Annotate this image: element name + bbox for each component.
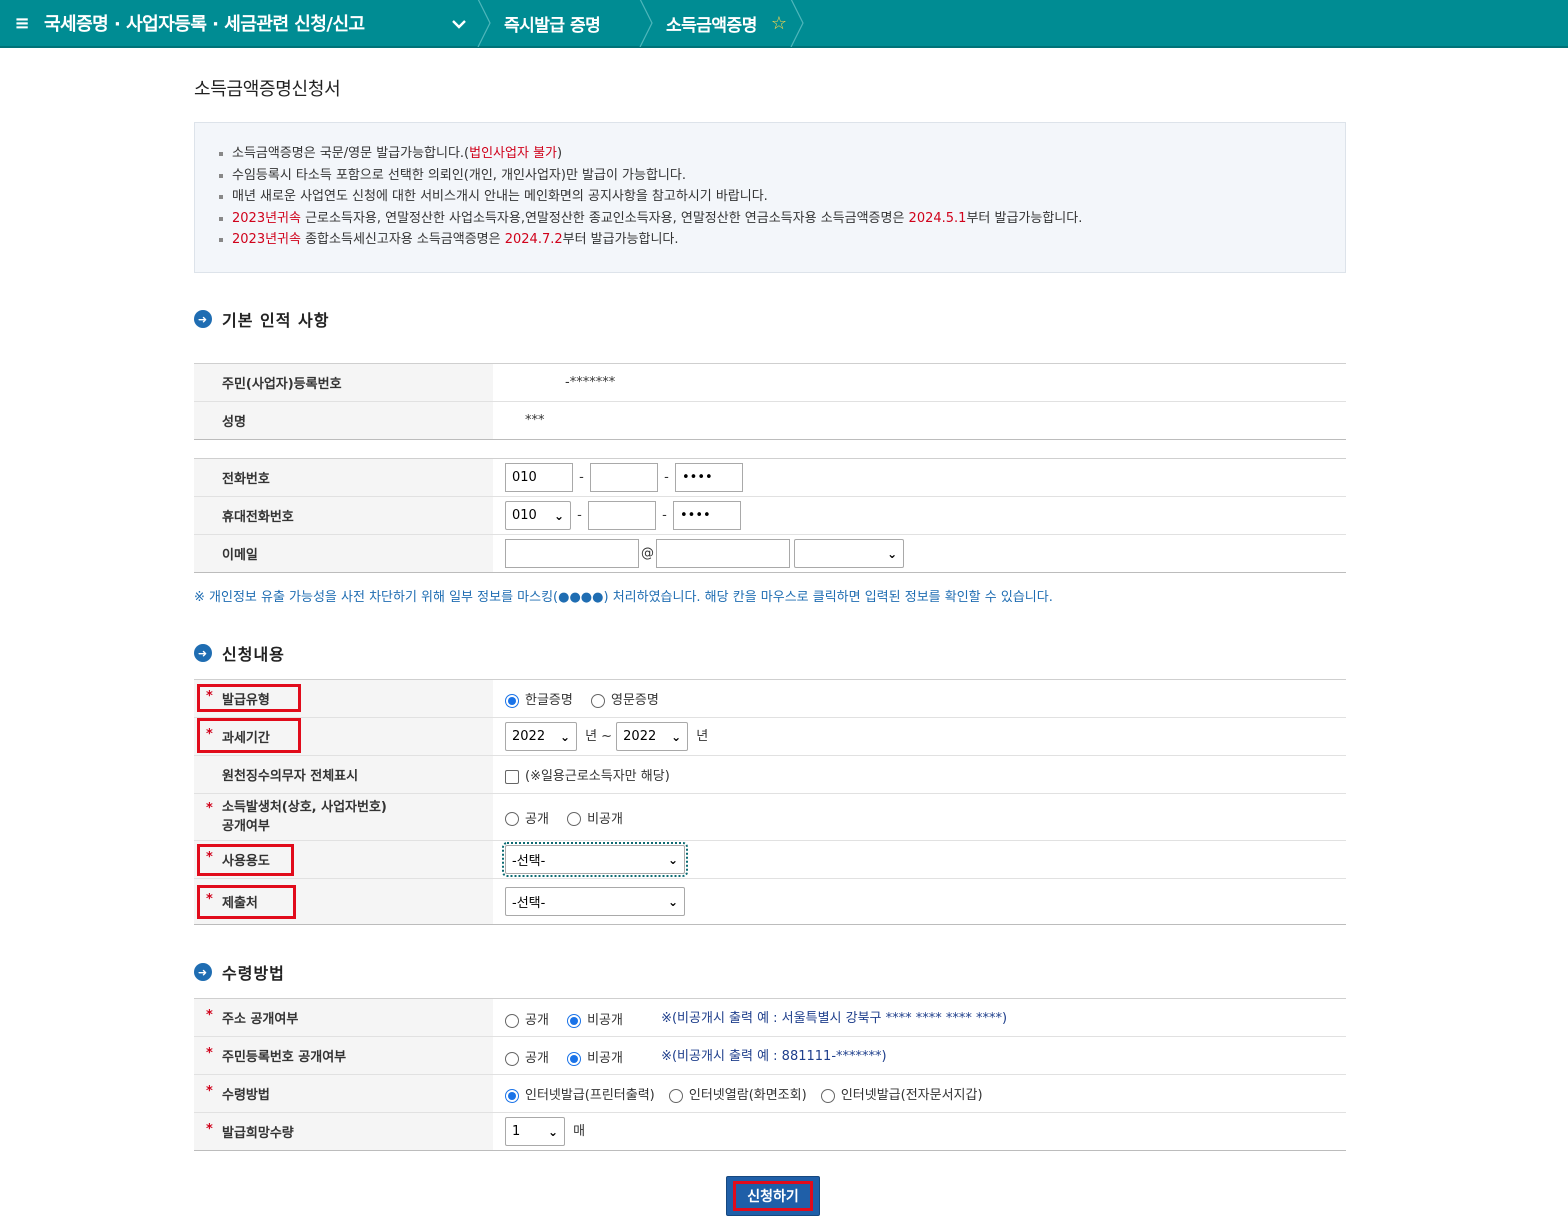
radio-method-wallet[interactable]	[820, 1088, 835, 1103]
name-label: 성명	[194, 401, 493, 440]
method-view-option[interactable]: 인터넷열람(화면조회)	[668, 1084, 807, 1103]
rrn-public-label: * 주민등록번호 공개여부	[194, 1036, 493, 1075]
radio-rrn-public[interactable]	[505, 1051, 519, 1066]
ssn-value: -*******	[493, 363, 1346, 402]
highlight-submit-to	[197, 885, 296, 919]
source-public-option[interactable]: 공개	[505, 808, 549, 827]
highlight-issue-type	[197, 684, 301, 712]
notice-item: 수임등록시 타소득 포함으로 선택한 의뢰인(개인, 개인사업자)만 발급이 가…	[219, 165, 1321, 187]
rrn-hint: ※(비공개시 출력 예 : 881111-*******)	[661, 1049, 887, 1064]
arrow-right-circle-icon: ➜	[194, 963, 212, 981]
page-title: 소득금액증명신청서	[194, 79, 341, 100]
nav-category-label[interactable]: 국세증명 · 사업자등록 · 세금관련 신청/신고	[44, 10, 444, 36]
section-application-title: ➜ 신청내용	[194, 641, 285, 665]
address-public-label: * 주소 공개여부	[194, 998, 493, 1037]
email-id-input[interactable]	[505, 539, 639, 568]
email-label: 이메일	[194, 534, 493, 573]
chevron-down-icon: ⌄	[887, 546, 898, 561]
radio-english[interactable]	[590, 693, 605, 708]
address-hint: ※(비공개시 출력 예 : 서울특별시 강북구 **** **** **** *…	[661, 1011, 1008, 1026]
notice-item: 2023년귀속 종합소득세신고자용 소득금액증명은 2024.7.2부터 발급가…	[219, 229, 1321, 251]
email-domain-select[interactable]: ⌄	[794, 539, 905, 568]
section-basic-info-title: ➜ 기본 인적 사항	[194, 307, 329, 331]
nav-instant-issue[interactable]: 즉시발급 증명	[496, 11, 636, 36]
radio-method-print[interactable]	[505, 1088, 519, 1103]
highlight-submit-button	[733, 1181, 813, 1211]
receive-method-label: * 수령방법	[194, 1074, 493, 1113]
email-domain-input[interactable]	[656, 539, 790, 568]
notice-box: 소득금액증명은 국문/영문 발급가능합니다.(법인사업자 불가) 수임등록시 타…	[194, 122, 1346, 273]
contact-table: 전화번호 010- - •••• 휴대전화번호 010 ⌄ - - •••• 이메일 @ ⌄	[194, 458, 1346, 573]
copies-select[interactable]: 1 ⌄	[505, 1117, 565, 1146]
name-value: ***	[493, 401, 1346, 440]
highlight-tax-period	[197, 718, 301, 753]
email-at-sign: @	[641, 546, 654, 561]
phone-label: 전화번호	[194, 458, 493, 497]
mobile-part3-input[interactable]: ••••	[673, 501, 741, 530]
radio-rrn-private[interactable]	[567, 1051, 582, 1066]
arrow-right-circle-icon: ➜	[194, 644, 212, 662]
breadcrumb-separator-icon	[787, 0, 809, 47]
copies-label: * 발급희망수량	[194, 1112, 493, 1151]
radio-source-public[interactable]	[505, 812, 519, 826]
issue-type-korean-option[interactable]: 한글증명	[505, 689, 573, 708]
rrn-public-option[interactable]: 공개	[505, 1047, 549, 1066]
withholding-checkbox[interactable]	[505, 769, 519, 784]
address-private-option[interactable]: 비공개	[567, 1009, 623, 1028]
notice-item: 2023년귀속 근로소득자용, 연말정산한 사업소득자용,연말정산한 종교인소득…	[219, 208, 1321, 230]
radio-korean[interactable]	[505, 693, 519, 708]
address-public-option[interactable]: 공개	[505, 1009, 549, 1028]
period-from-select[interactable]: 2022 ⌄	[505, 722, 577, 751]
nav-income-certificate[interactable]: 소득금액증명	[658, 11, 765, 36]
radio-address-public[interactable]	[505, 1013, 519, 1028]
rrn-private-option[interactable]: 비공개	[567, 1047, 623, 1066]
receive-table: * 주소 공개여부 공개 비공개 ※(비공개시 출력 예 : 서울특별시 강북구 …	[194, 998, 1346, 1151]
radio-source-private[interactable]	[567, 812, 582, 826]
chevron-down-icon: ⌄	[547, 1124, 558, 1139]
phone-part1-input[interactable]: 010	[505, 463, 573, 492]
mobile-label: 휴대전화번호	[194, 496, 493, 535]
arrow-right-circle-icon: ➜	[194, 310, 212, 328]
basic-info-table: 주민(사업자)등록번호 -******* 성명 ***	[194, 363, 1346, 440]
section-receive-title: ➜ 수령방법	[194, 960, 285, 984]
chevron-down-icon: ⌄	[671, 729, 682, 744]
notice-item: 소득금액증명은 국문/영문 발급가능합니다.(법인사업자 불가)	[219, 143, 1321, 165]
highlight-usage	[197, 844, 294, 876]
chevron-down-icon: ⌄	[559, 729, 570, 744]
period-to-select[interactable]: 2022 ⌄	[616, 722, 689, 751]
hamburger-menu-icon[interactable]: ≡	[0, 13, 44, 34]
chevron-down-icon: ⌄	[553, 508, 564, 523]
phone-part2-input[interactable]	[590, 463, 658, 492]
breadcrumb-separator-icon	[474, 0, 496, 47]
top-navigation-bar: ≡ 국세증명 · 사업자등록 · 세금관련 신청/신고 즉시발급 증명 소득금액…	[0, 0, 1568, 48]
chevron-down-icon: ⌄	[667, 894, 678, 909]
radio-address-private[interactable]	[567, 1013, 582, 1028]
ssn-label: 주민(사업자)등록번호	[194, 363, 493, 402]
income-source-label: * 소득발생처(상호, 사업자번호) 공개여부	[194, 793, 493, 841]
usage-select[interactable]: -선택- ⌄	[502, 842, 688, 877]
submit-to-select[interactable]: -선택- ⌄	[505, 887, 685, 916]
source-private-option[interactable]: 비공개	[567, 808, 623, 827]
mobile-prefix-select[interactable]: 010 ⌄	[505, 501, 571, 530]
withholding-label: 원천징수의무자 전체표시	[194, 755, 493, 794]
phone-part3-input[interactable]: ••••	[675, 463, 743, 492]
method-print-option[interactable]: 인터넷발급(프린터출력)	[505, 1084, 655, 1103]
chevron-down-icon[interactable]	[444, 14, 474, 33]
chevron-down-icon: ⌄	[667, 852, 678, 867]
application-table: * 발급유형 한글증명 영문증명 * 과세기간 2022 ⌄ 년 ~ 2022 ⌄ 년 원…	[194, 679, 1346, 925]
method-wallet-option[interactable]: 인터넷발급(전자문서지갑)	[820, 1084, 983, 1103]
breadcrumb-separator-icon	[636, 0, 658, 47]
issue-type-english-option[interactable]: 영문증명	[590, 689, 659, 708]
notice-item: 매년 새로운 사업연도 신청에 대한 서비스개시 안내는 메인화면의 공지사항을…	[219, 186, 1321, 208]
withholding-note: (※일용근로소득자만 해당)	[525, 769, 670, 784]
favorite-star-icon[interactable]: ☆	[771, 13, 787, 34]
privacy-masking-note: ※ 개인정보 유출 가능성을 사전 차단하기 위해 일부 정보를 마스킹(●●●…	[194, 590, 1053, 605]
mobile-part2-input[interactable]	[588, 501, 656, 530]
radio-method-view[interactable]	[668, 1088, 683, 1103]
